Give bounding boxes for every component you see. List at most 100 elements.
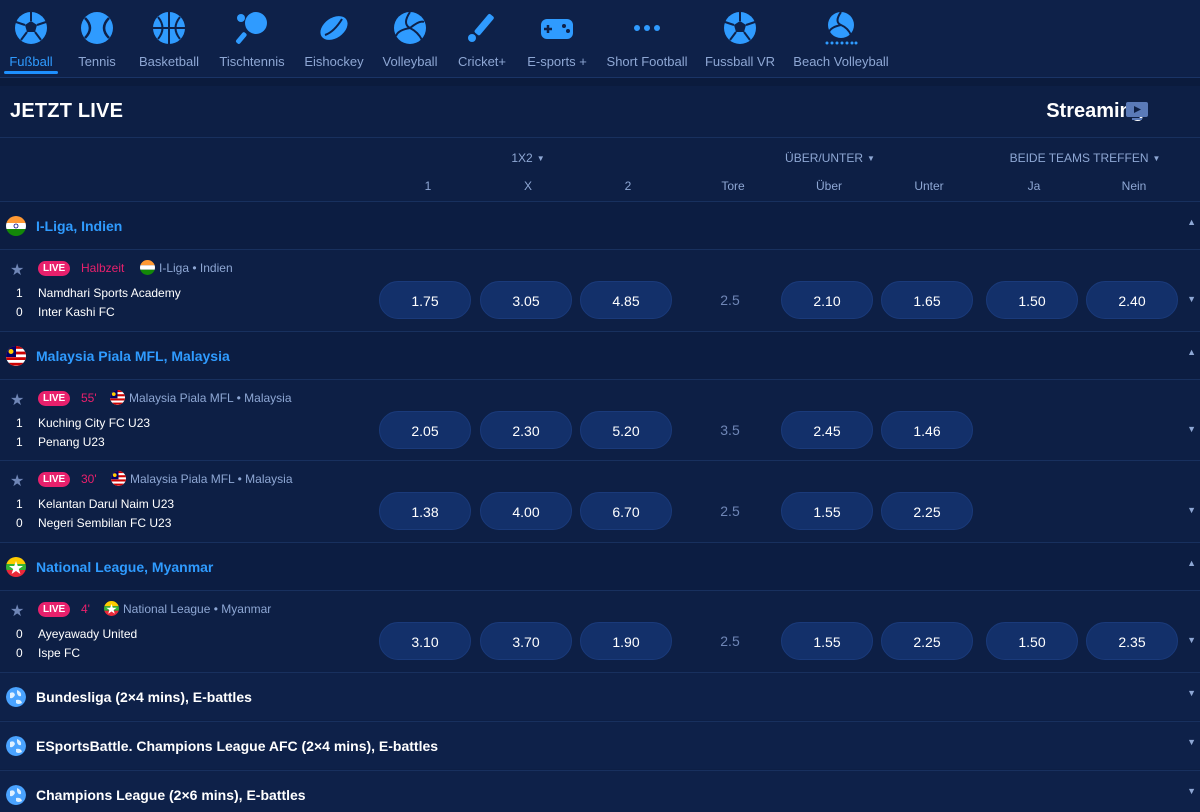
sport-label: Fußball	[9, 54, 53, 69]
sport-tab-short-football[interactable]: Short Football	[602, 0, 692, 78]
chevron-down-icon[interactable]: ▼	[1187, 294, 1196, 304]
sport-tab-beach-volleyball[interactable]: Beach Volleyball	[788, 0, 894, 78]
league-name: Bundesliga (2×4 mins), E-battles	[36, 689, 252, 705]
goals-line: 2.5	[720, 292, 740, 308]
market-group-1x2[interactable]: 1X2 ▼	[470, 151, 586, 165]
favorite-star-icon[interactable]: ★	[10, 260, 24, 280]
country: Indien	[199, 261, 233, 275]
chevron-down-icon[interactable]: ▼	[1187, 688, 1196, 698]
league-header[interactable]: I-Liga, Indien ▲	[0, 201, 1200, 249]
league-header[interactable]: Champions League (2×6 mins), E-battles ▼	[0, 770, 1200, 812]
league-short: Malaysia Piala MFL	[129, 391, 234, 405]
chevron-up-icon[interactable]: ▲	[1187, 558, 1196, 568]
sport-tab-esports[interactable]: E-sports +	[520, 0, 594, 78]
odd-under[interactable]: 1.46	[881, 411, 973, 449]
odd-1[interactable]: 3.10	[379, 622, 471, 660]
odd-x[interactable]: 3.70	[480, 622, 572, 660]
odd-over[interactable]: 2.10	[781, 281, 873, 319]
odd-2[interactable]: 1.90	[580, 622, 672, 660]
favorite-star-icon[interactable]: ★	[10, 390, 24, 410]
chevron-down-icon[interactable]: ▼	[1187, 424, 1196, 434]
sport-tab-cricket[interactable]: Cricket+	[452, 0, 512, 78]
tv-play-icon[interactable]	[1125, 101, 1149, 121]
odd-2[interactable]: 5.20	[580, 411, 672, 449]
market-group-over-under[interactable]: ÜBER/UNTER ▼	[760, 151, 900, 165]
chevron-down-icon[interactable]: ▼	[1187, 505, 1196, 515]
sport-tab-tennis[interactable]: Tennis	[70, 0, 124, 78]
odd-over[interactable]: 1.55	[781, 492, 873, 530]
col-header-tore: Tore	[721, 179, 745, 193]
match-row[interactable]: ★ LIVE 30' Malaysia Piala MFL • Malaysia…	[0, 460, 1200, 541]
match-league: National League • Myanmar	[123, 602, 271, 616]
sport-tab-fussball[interactable]: Fußball	[0, 0, 62, 78]
odd-btts-no[interactable]: 2.40	[1086, 281, 1178, 319]
chevron-up-icon[interactable]: ▲	[1187, 347, 1196, 357]
goals-line: 3.5	[720, 422, 740, 438]
odd-under[interactable]: 2.25	[881, 492, 973, 530]
odd-1[interactable]: 1.75	[379, 281, 471, 319]
odd-btts-no[interactable]: 2.35	[1086, 622, 1178, 660]
volleyball-icon	[394, 11, 426, 44]
match-row[interactable]: ★ LIVE 55' Malaysia Piala MFL • Malaysia…	[0, 379, 1200, 460]
odd-x[interactable]: 4.00	[480, 492, 572, 530]
away-score: 0	[16, 305, 23, 319]
odd-x[interactable]: 3.05	[480, 281, 572, 319]
sport-tab-basketball[interactable]: Basketball	[134, 0, 204, 78]
match-row[interactable]: ★ LIVE 4' National League • Myanmar 0 Ay…	[0, 590, 1200, 671]
odd-2[interactable]: 6.70	[580, 492, 672, 530]
sport-label: Beach Volleyball	[793, 54, 889, 69]
flag-malaysia-icon	[110, 390, 125, 405]
chevron-down-icon[interactable]: ▼	[1187, 737, 1196, 747]
col-header-ja: Ja	[1027, 179, 1041, 193]
country: Myanmar	[221, 602, 272, 616]
odd-over[interactable]: 2.45	[781, 411, 873, 449]
odd-1[interactable]: 2.05	[379, 411, 471, 449]
odd-under[interactable]: 2.25	[881, 622, 973, 660]
odd-btts-yes[interactable]: 1.50	[986, 281, 1078, 319]
match-phase: Halbzeit	[81, 261, 125, 275]
odd-2[interactable]: 4.85	[580, 281, 672, 319]
chevron-down-icon[interactable]: ▼	[1187, 786, 1196, 796]
caret-down-icon: ▼	[536, 154, 545, 163]
favorite-star-icon[interactable]: ★	[10, 601, 24, 621]
separator: •	[192, 261, 197, 275]
col-header-x: X	[523, 179, 532, 193]
col-header-ueber: Über	[815, 179, 842, 193]
league-name: I-Liga, Indien	[36, 218, 123, 234]
separator: •	[237, 472, 242, 486]
beach-volleyball-icon	[825, 11, 858, 45]
chevron-up-icon[interactable]: ▲	[1187, 217, 1196, 227]
home-team: Ayeyawady United	[38, 627, 138, 641]
flag-myanmar-icon	[104, 601, 119, 616]
sport-label: Eishockey	[304, 54, 364, 69]
sport-tab-tischtennis[interactable]: Tischtennis	[214, 0, 290, 78]
sport-label: Cricket+	[457, 54, 507, 69]
match-row[interactable]: ★ LIVE Halbzeit I-Liga • Indien 1 Namdha…	[0, 249, 1200, 330]
home-team: Namdhari Sports Academy	[38, 286, 181, 300]
odd-btts-yes[interactable]: 1.50	[986, 622, 1078, 660]
league-header[interactable]: Bundesliga (2×4 mins), E-battles ▼	[0, 672, 1200, 720]
group-label: BEIDE TEAMS TREFFEN	[1009, 151, 1149, 165]
league-short: National League	[123, 602, 211, 616]
odd-x[interactable]: 2.30	[480, 411, 572, 449]
page-title: JETZT LIVE	[10, 100, 124, 122]
sport-tab-fussball-vr[interactable]: Fussball VR	[702, 0, 778, 78]
league-header[interactable]: ESportsBattle. Champions League AFC (2×4…	[0, 721, 1200, 769]
home-score: 1	[16, 416, 23, 430]
odd-1[interactable]: 1.38	[379, 492, 471, 530]
odd-over[interactable]: 1.55	[781, 622, 873, 660]
sport-tab-eishockey[interactable]: Eishockey	[300, 0, 368, 78]
odd-under[interactable]: 1.65	[881, 281, 973, 319]
league-header[interactable]: Malaysia Piala MFL, Malaysia ▲	[0, 331, 1200, 379]
market-group-btts[interactable]: BEIDE TEAMS TREFFEN ▼	[990, 151, 1180, 165]
col-header-1: 1	[424, 179, 432, 193]
favorite-star-icon[interactable]: ★	[10, 471, 24, 491]
league-header[interactable]: National League, Myanmar ▲	[0, 542, 1200, 590]
separator: •	[213, 602, 218, 616]
sport-tab-volleyball[interactable]: Volleyball	[376, 0, 444, 78]
league-short: Malaysia Piala MFL	[130, 472, 235, 486]
home-team: Kelantan Darul Naim U23	[38, 497, 175, 511]
away-team: Ispe FC	[38, 646, 81, 660]
flag-malaysia-icon	[6, 346, 26, 366]
chevron-down-icon[interactable]: ▼	[1187, 635, 1196, 645]
